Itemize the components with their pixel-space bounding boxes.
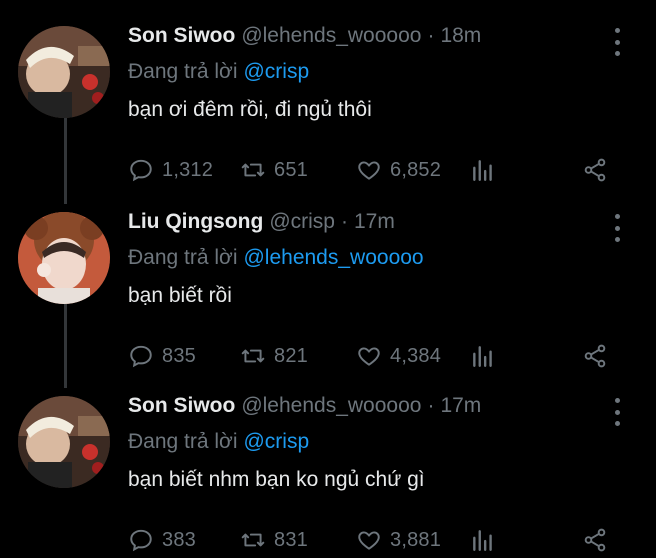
replying-to-label: Đang trả lời — [128, 246, 238, 269]
reply-icon — [130, 529, 152, 552]
retweet-icon — [241, 533, 265, 547]
reply-button[interactable]: 835 — [128, 338, 196, 374]
timestamp[interactable]: 17m — [354, 210, 395, 234]
analytics-icon — [473, 346, 492, 367]
heart-icon — [358, 161, 380, 180]
user-handle[interactable]: @lehends_wooooo — [241, 394, 421, 418]
retweet-count: 831 — [274, 528, 308, 551]
reply-count: 835 — [162, 344, 196, 367]
timestamp[interactable]: 18m — [440, 24, 481, 48]
timestamp[interactable]: 17m — [440, 394, 481, 418]
share-icon — [584, 158, 606, 182]
display-name[interactable]: Son Siwoo — [128, 394, 235, 418]
tweet-thread: Son Siwoo @lehends_wooooo · 18m Đang trả… — [0, 0, 656, 552]
more-options-icon[interactable] — [606, 398, 628, 426]
mention-link[interactable]: @lehends_wooooo — [243, 246, 423, 269]
retweet-button[interactable]: 651 — [240, 152, 308, 188]
mention-link[interactable]: @crisp — [243, 430, 309, 453]
separator-dot: · — [427, 394, 435, 417]
heart-icon — [358, 347, 380, 366]
reply-icon — [130, 345, 152, 368]
avatar[interactable] — [18, 26, 110, 118]
replying-to: Đang trả lời @crisp — [128, 60, 309, 84]
reply-count: 383 — [162, 528, 196, 551]
like-button[interactable]: 4,384 — [356, 338, 441, 374]
analytics-button[interactable] — [470, 338, 504, 374]
heart-icon — [358, 531, 380, 550]
like-count: 3,881 — [390, 528, 442, 551]
replying-to-label: Đang trả lời — [128, 430, 238, 453]
replying-to: Đang trả lời @crisp — [128, 430, 309, 454]
share-icon — [584, 528, 606, 552]
retweet-icon — [241, 163, 265, 177]
separator-dot: · — [427, 24, 435, 47]
analytics-button[interactable] — [470, 522, 504, 558]
tweet[interactable]: Son Siwoo @lehends_wooooo · 17m Đang trả… — [0, 390, 656, 552]
retweet-count: 651 — [274, 158, 308, 181]
avatar-photo — [18, 212, 110, 304]
user-handle[interactable]: @lehends_wooooo — [241, 24, 421, 48]
avatar-photo — [18, 396, 110, 488]
retweet-button[interactable]: 821 — [240, 338, 308, 374]
retweet-count: 821 — [274, 344, 308, 367]
mention-link[interactable]: @crisp — [243, 60, 309, 83]
tweet-actions: 835 821 4,384 — [128, 338, 628, 374]
analytics-icon — [473, 160, 492, 181]
more-options-icon[interactable] — [606, 28, 628, 56]
share-button[interactable] — [582, 522, 616, 558]
tweet[interactable]: Son Siwoo @lehends_wooooo · 18m Đang trả… — [0, 20, 656, 190]
reply-count: 1,312 — [162, 158, 214, 181]
like-button[interactable]: 6,852 — [356, 152, 441, 188]
reply-button[interactable]: 383 — [128, 522, 196, 558]
like-count: 4,384 — [390, 344, 442, 367]
share-icon — [584, 344, 606, 368]
tweet[interactable]: Liu Qingsong @crisp · 17m Đang trả lời @l… — [0, 206, 656, 376]
like-button[interactable]: 3,881 — [356, 522, 441, 558]
tweet-header: Liu Qingsong @crisp · 17m — [128, 210, 395, 240]
display-name[interactable]: Son Siwoo — [128, 24, 235, 48]
user-handle[interactable]: @crisp — [269, 210, 335, 234]
share-button[interactable] — [582, 152, 616, 188]
replying-to: Đang trả lời @lehends_wooooo — [128, 246, 424, 270]
tweet-header: Son Siwoo @lehends_wooooo · 17m — [128, 394, 481, 424]
share-button[interactable] — [582, 338, 616, 374]
analytics-icon — [473, 530, 492, 551]
avatar[interactable] — [18, 212, 110, 304]
analytics-button[interactable] — [470, 152, 504, 188]
display-name[interactable]: Liu Qingsong — [128, 210, 263, 234]
tweet-text: bạn biết nhm bạn ko ngủ chứ gì — [128, 468, 425, 491]
more-options-icon[interactable] — [606, 214, 628, 242]
avatar-photo — [18, 26, 110, 118]
separator-dot: · — [340, 210, 348, 233]
tweet-actions: 1,312 651 6,852 — [128, 152, 628, 188]
reply-icon — [130, 159, 152, 182]
tweet-actions: 383 831 3,881 — [128, 522, 628, 558]
tweet-text: bạn biết rồi — [128, 284, 232, 307]
replying-to-label: Đang trả lời — [128, 60, 238, 83]
avatar[interactable] — [18, 396, 110, 488]
tweet-header: Son Siwoo @lehends_wooooo · 18m — [128, 24, 481, 54]
retweet-icon — [241, 349, 265, 363]
like-count: 6,852 — [390, 158, 442, 181]
retweet-button[interactable]: 831 — [240, 522, 308, 558]
tweet-text: bạn ơi đêm rồi, đi ngủ thôi — [128, 98, 372, 121]
reply-button[interactable]: 1,312 — [128, 152, 213, 188]
